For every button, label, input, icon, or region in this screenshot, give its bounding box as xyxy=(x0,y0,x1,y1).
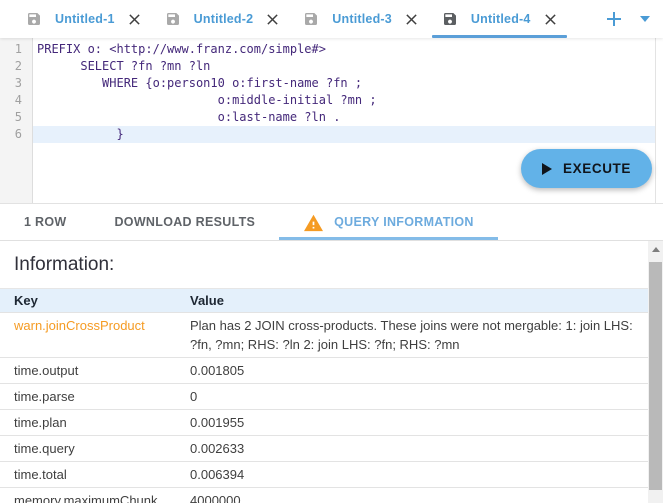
table-row: time.parse 0 xyxy=(0,384,648,410)
close-icon[interactable] xyxy=(266,13,279,26)
row-key: time.parse xyxy=(0,384,176,410)
row-value: Plan has 2 JOIN cross-products. These jo… xyxy=(176,313,648,358)
results-tab-label: QUERY INFORMATION xyxy=(334,215,474,229)
query-information-panel: Information: Key Value warn.joinCrossPro… xyxy=(0,241,663,503)
add-tab-button[interactable] xyxy=(605,10,623,28)
line-number: 4 xyxy=(0,92,22,109)
row-key: warn.joinCrossProduct xyxy=(0,313,176,358)
code-line[interactable]: } xyxy=(33,126,655,143)
line-number: 3 xyxy=(0,75,22,92)
editor-tab-bar: Untitled-1 Untitled-2 Untitled xyxy=(0,0,663,38)
line-number: 1 xyxy=(0,41,22,58)
sparql-query-workspace: Untitled-1 Untitled-2 Untitled xyxy=(0,0,663,503)
close-icon[interactable] xyxy=(405,13,418,26)
row-value: 0.002633 xyxy=(176,436,648,462)
row-key: time.plan xyxy=(0,410,176,436)
editor-tab[interactable]: Untitled-4 xyxy=(430,0,569,38)
results-tab[interactable]: QUERY INFORMATION xyxy=(279,204,498,240)
row-key: time.query xyxy=(0,436,176,462)
line-number: 5 xyxy=(0,109,22,126)
query-editor[interactable]: 1 2 3 4 5 6 PREFIX o: <http://www.franz.… xyxy=(0,38,663,203)
column-header-key: Key xyxy=(0,289,176,313)
save-icon[interactable] xyxy=(26,11,42,27)
code-line[interactable]: SELECT ?fn ?mn ?ln xyxy=(33,58,655,75)
information-heading: Information: xyxy=(14,254,663,276)
plus-icon xyxy=(605,10,623,28)
results-tab-label: DOWNLOAD RESULTS xyxy=(114,215,255,229)
tab-bar-actions xyxy=(605,0,663,38)
execute-label: EXECUTE xyxy=(563,161,631,176)
scroll-up-arrow-icon xyxy=(652,247,660,252)
table-row: warn.joinCrossProduct Plan has 2 JOIN cr… xyxy=(0,313,648,358)
information-table: Key Value warn.joinCrossProduct Plan has… xyxy=(0,288,648,503)
column-header-value: Value xyxy=(176,289,648,313)
editor-tab[interactable]: Untitled-3 xyxy=(291,0,430,38)
editor-tab[interactable]: Untitled-2 xyxy=(153,0,292,38)
tab-label: Untitled-4 xyxy=(471,12,531,26)
scroll-up-button[interactable] xyxy=(648,241,663,257)
play-icon xyxy=(542,163,552,175)
row-value: 0.001805 xyxy=(176,358,648,384)
save-icon[interactable] xyxy=(165,11,181,27)
code-line[interactable]: WHERE {o:person10 o:first-name ?fn ; xyxy=(33,75,655,92)
row-key: memory.maximumChunk xyxy=(0,488,176,503)
row-value: 0.001955 xyxy=(176,410,648,436)
editor-scrollbar-track[interactable] xyxy=(655,38,663,203)
table-row: time.total 0.006394 xyxy=(0,462,648,488)
results-tab-bar: 1 ROW DOWNLOAD RESULTS QUERY INFORMATION xyxy=(0,203,663,241)
editor-tab[interactable]: Untitled-1 xyxy=(14,0,153,38)
save-icon[interactable] xyxy=(303,11,319,27)
table-row: time.plan 0.001955 xyxy=(0,410,648,436)
execute-button[interactable]: EXECUTE xyxy=(521,149,652,188)
row-key: time.total xyxy=(0,462,176,488)
scrollbar[interactable] xyxy=(648,241,663,503)
line-number: 6 xyxy=(0,126,22,143)
chevron-down-icon[interactable] xyxy=(640,16,650,22)
tab-label: Untitled-1 xyxy=(55,12,115,26)
results-tab[interactable]: DOWNLOAD RESULTS xyxy=(90,204,279,240)
table-row: memory.maximumChunk 4000000 xyxy=(0,488,648,503)
table-row: time.output 0.001805 xyxy=(0,358,648,384)
row-key: time.output xyxy=(0,358,176,384)
save-icon[interactable] xyxy=(442,11,458,27)
row-value: 4000000 xyxy=(176,488,648,503)
close-icon[interactable] xyxy=(544,13,557,26)
code-line[interactable]: PREFIX o: <http://www.franz.com/simple#> xyxy=(33,41,655,58)
tab-label: Untitled-3 xyxy=(332,12,392,26)
warning-icon xyxy=(303,213,324,232)
row-value: 0 xyxy=(176,384,648,410)
table-header-row: Key Value xyxy=(0,289,648,313)
code-line[interactable]: o:last-name ?ln . xyxy=(33,109,655,126)
results-tab-label: 1 ROW xyxy=(24,215,66,229)
table-row: time.query 0.002633 xyxy=(0,436,648,462)
row-value: 0.006394 xyxy=(176,462,648,488)
line-number-gutter: 1 2 3 4 5 6 xyxy=(0,38,33,203)
scrollbar-thumb[interactable] xyxy=(649,262,662,490)
code-line[interactable]: o:middle-initial ?mn ; xyxy=(33,92,655,109)
results-tab[interactable]: 1 ROW xyxy=(0,204,90,240)
line-number: 2 xyxy=(0,58,22,75)
tab-label: Untitled-2 xyxy=(194,12,254,26)
close-icon[interactable] xyxy=(128,13,141,26)
